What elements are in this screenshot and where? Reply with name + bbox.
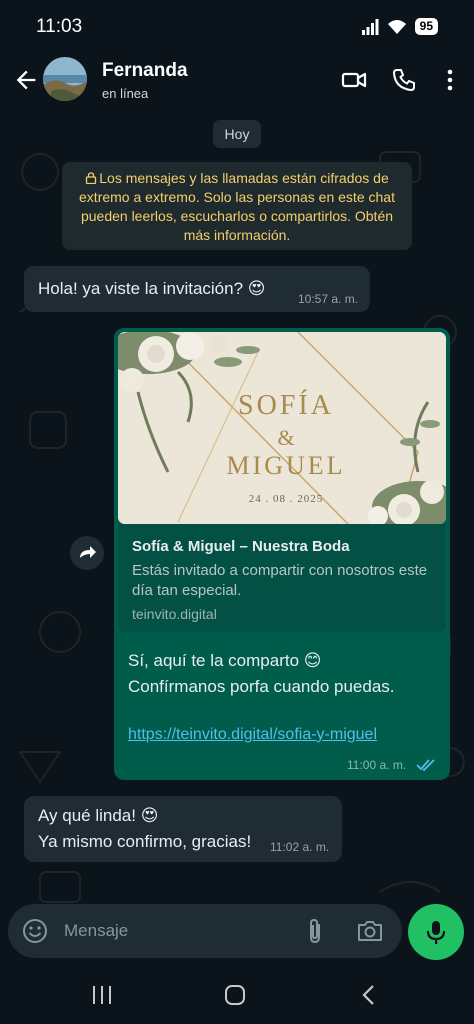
phone-icon[interactable] [390,66,418,94]
message-text: Hola! ya viste la invitación? 😍 [38,279,266,298]
message-bubble-incoming[interactable]: Ay qué linda! 😍 Ya mismo confirmo, graci… [24,796,342,862]
forward-icon [80,546,96,558]
date-chip: Hoy [213,120,261,148]
attach-icon[interactable] [304,917,326,945]
chat-header: Fernanda en línea [0,52,474,112]
card-date: 24 . 08 . 2025 [249,493,324,505]
invitation-image[interactable]: SOFÍA & MIGUEL 24 . 08 . 2025 [118,332,446,524]
message-input[interactable]: Mensaje [64,921,128,941]
battery-indicator: 95 [414,18,438,35]
card-name2: MIGUEL [226,451,345,480]
message-line: Ya mismo confirmo, gracias! [38,832,252,851]
lock-icon [86,172,97,184]
home-icon[interactable] [224,984,246,1006]
message-line: Confírmanos porfa cuando puedas. [128,677,395,696]
signal-icon [361,18,379,35]
contact-name[interactable]: Fernanda [102,60,188,82]
preview-domain: teinvito.digital [132,606,217,622]
contact-status: en línea [102,86,149,101]
emoji-icon[interactable] [22,918,48,944]
preview-description: Estás invitado a compartir con nosotros … [132,562,428,599]
message-bubble-outgoing[interactable]: SOFÍA & MIGUEL 24 . 08 . 2025 Sofía & Mi… [114,328,450,780]
card-amp: & [277,425,294,450]
message-input-bar[interactable]: Mensaje [8,904,402,958]
message-time: 10:57 a. m. [298,292,359,306]
camera-icon[interactable] [356,918,384,944]
card-name1: SOFÍA [238,390,334,421]
encryption-notice-text: Los mensajes y las llamadas están cifrad… [79,170,395,243]
message-line: Ay qué linda! 😍 [38,806,159,825]
chat-area[interactable]: Hoy Los mensajes y las llamadas están ci… [0,112,474,964]
more-icon[interactable] [436,66,464,94]
preview-title: Sofía & Miguel – Nuestra Boda [132,538,350,555]
double-check-icon [416,759,435,772]
message-bubble-incoming[interactable]: Hola! ya viste la invitación? 😍 10:57 a.… [24,266,370,312]
encryption-notice[interactable]: Los mensajes y las llamadas están cifrad… [62,162,412,250]
message-time: 11:00 a. m. [347,758,407,772]
status-bar: 11:03 95 [0,0,474,52]
forward-button[interactable] [70,536,104,570]
back-icon[interactable] [12,66,40,94]
back-nav-icon[interactable] [358,983,380,1007]
message-line: Sí, aquí te la comparto 😊 [128,651,322,670]
message-time: 11:02 a. m. [270,840,330,854]
status-icons: 95 [361,18,438,35]
recents-icon[interactable] [90,984,114,1006]
message-link[interactable]: https://teinvito.digital/sofia-y-miguel [128,722,377,748]
avatar[interactable] [43,57,87,101]
mic-icon [426,921,446,944]
video-call-icon[interactable] [340,66,368,94]
status-time: 11:03 [36,16,83,37]
mic-button[interactable] [408,904,464,960]
link-preview[interactable]: Sofía & Miguel – Nuestra Boda Estás invi… [118,524,446,632]
system-nav-bar [0,966,474,1024]
wifi-icon [387,19,406,34]
